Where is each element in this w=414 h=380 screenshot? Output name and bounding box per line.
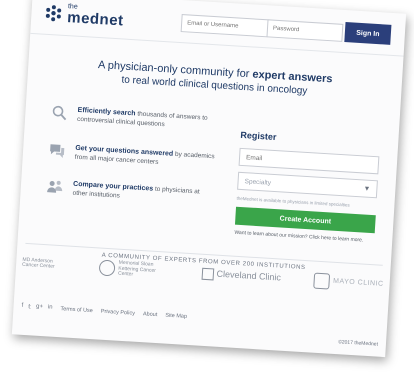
partner-cleveland-name: Cleveland Clinic <box>216 268 282 283</box>
feature-answers: Get your questions answered by academics… <box>49 142 216 171</box>
login-email-input[interactable] <box>180 14 270 38</box>
facebook-icon[interactable]: f <box>21 303 23 310</box>
cleveland-logo-icon <box>201 267 214 281</box>
partner-md-anderson-name: MD Anderson Cancer Center <box>21 256 55 270</box>
chat-icon <box>50 144 65 159</box>
headline: A physician-only community for expert an… <box>27 55 402 103</box>
mednet-logo[interactable]: the mednet <box>43 2 125 29</box>
linkedin-icon[interactable]: in <box>48 304 53 311</box>
feature-search: Efficiently search thousands of answers … <box>51 104 218 133</box>
footer-link-sitemap[interactable]: Site Map <box>165 312 187 319</box>
register-title: Register <box>240 129 277 143</box>
footer: f 𝕥 g+ in Terms of Use Privacy Policy Ab… <box>21 303 379 347</box>
chevron-down-icon: ▼ <box>363 184 371 193</box>
sign-in-button[interactable]: Sign In <box>344 22 392 45</box>
register-form: Register Specialty ▼ theMednet is availa… <box>234 130 380 245</box>
caduceus-logo-icon <box>45 5 62 22</box>
create-account-button[interactable]: Create Account <box>234 206 376 234</box>
partner-msk: Memorial Sloan Kettering Cancer Center <box>98 259 169 280</box>
twitter-icon[interactable]: 𝕥 <box>28 303 31 310</box>
msk-seal-icon <box>98 259 116 277</box>
login-password-input[interactable] <box>266 19 344 42</box>
partner-md-anderson: MD Anderson Cancer Center <box>21 256 67 272</box>
register-email-input[interactable] <box>238 147 380 175</box>
copyright: ©2017 theMednet <box>337 338 379 348</box>
mayo-shield-icon <box>313 272 331 290</box>
footer-link-privacy[interactable]: Privacy Policy <box>101 308 136 316</box>
partner-msk-name: Memorial Sloan Kettering Cancer Center <box>117 259 157 278</box>
social-links: f 𝕥 g+ in <box>21 303 52 312</box>
google-plus-icon[interactable]: g+ <box>36 304 43 311</box>
specialty-select[interactable]: Specialty ▼ <box>237 171 378 199</box>
footer-link-terms[interactable]: Terms of Use <box>60 306 93 314</box>
feature-compare: Compare your practices to physicians at … <box>46 178 213 207</box>
logo-name: mednet <box>66 9 125 30</box>
partner-mayo: MAYO CLINIC <box>313 272 384 293</box>
people-icon <box>47 180 63 193</box>
search-icon <box>52 105 67 121</box>
partner-mayo-name: MAYO CLINIC <box>332 278 384 289</box>
page-card: the mednet Sign In A physician-only comm… <box>11 0 407 358</box>
footer-link-about[interactable]: About <box>143 311 158 318</box>
partner-cleveland: Cleveland Clinic <box>201 267 282 285</box>
specialty-placeholder: Specialty <box>244 177 272 187</box>
